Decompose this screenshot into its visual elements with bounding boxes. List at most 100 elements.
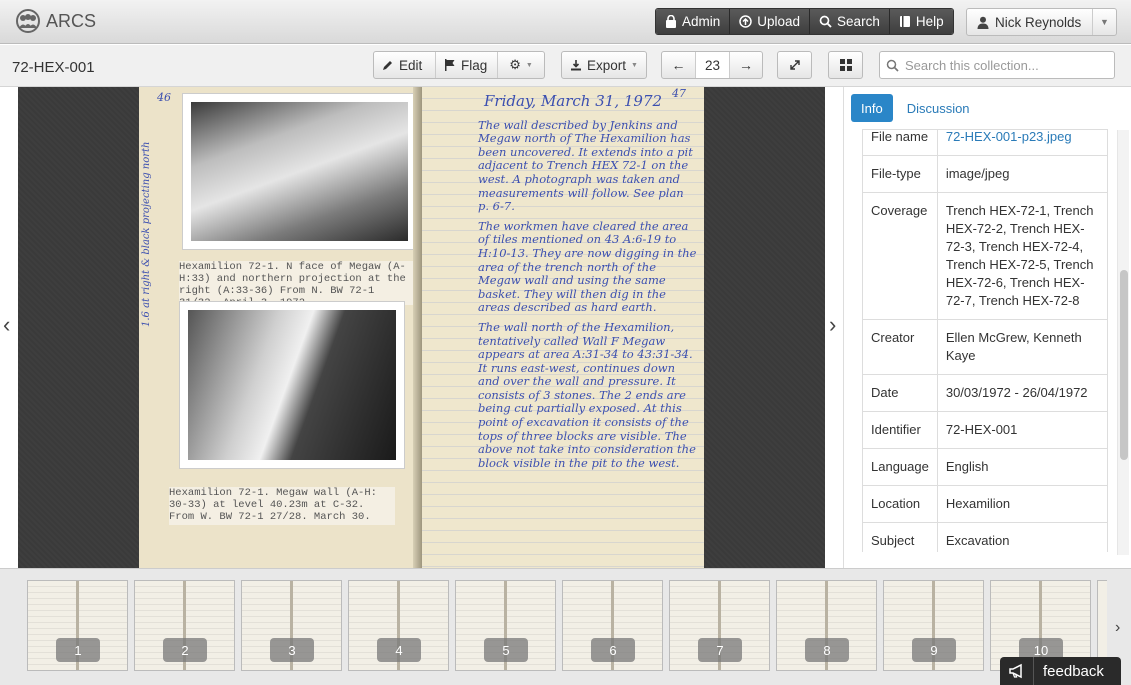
metadata-key: Subject [862,522,938,552]
excavation-photo-1[interactable] [182,93,417,250]
export-label: Export [587,57,627,73]
table-row: Location Hexamilion [862,485,1108,523]
grid-view-button[interactable] [828,51,863,79]
download-icon [571,60,581,71]
arrow-left-icon: ← [671,57,686,73]
thumbnail-number: 1 [56,638,100,662]
metadata-value: 72-HEX-001 [936,411,1108,449]
grid-icon [839,59,852,71]
metadata-table: File name 72-HEX-001-p23.jpeg File-type im… [862,130,1108,552]
document-viewer[interactable]: ‹ › 46 1.6 at right & black projecting n… [0,87,843,568]
edit-flag-group: Edit Flag ⚙ ▼ [373,51,545,79]
breadcrumb: 72-HEX-001 [12,59,95,76]
admin-label: Admin [682,14,721,29]
page-nav-group: ← 23 → [661,51,763,79]
table-row: Subject Excavation [862,522,1108,552]
sidebar-scrollbar[interactable] [1117,130,1129,555]
metadata-key: Date [862,374,938,412]
logo-icon [16,9,40,33]
user-name-area[interactable]: Nick Reynolds [967,15,1092,30]
prev-page-button[interactable]: ← [662,52,696,78]
excavation-photo-2[interactable] [179,301,405,469]
left-page-number: 46 [157,91,171,104]
thumbnail-number: 6 [591,638,635,662]
chevron-right-icon[interactable]: › [1115,619,1120,637]
next-page-button[interactable]: → [730,52,762,78]
thumbnail-number: 5 [484,638,528,662]
metadata-value-link[interactable]: 72-HEX-001-p23.jpeg [936,130,1108,156]
chevron-down-icon: ▼ [525,61,533,69]
feedback-button[interactable]: feedback [1000,657,1121,685]
thumbnail-page[interactable]: 6 [562,580,663,671]
thumbnail-page[interactable]: 5 [455,580,556,671]
thumbnail-page[interactable]: 1 [27,580,128,671]
thumbnail-page[interactable]: 4 [348,580,449,671]
search-label: Search [837,14,880,29]
table-row: Date 30/03/1972 - 26/04/1972 [862,374,1108,412]
pencil-icon [383,61,392,70]
metadata-value: Ellen McGrew, Kenneth Kaye [936,319,1108,375]
next-page-arrow-icon[interactable]: › [829,312,836,338]
expand-icon [789,60,800,70]
thumbnail-page[interactable]: 7 [669,580,770,671]
thumbnail-page[interactable]: 9 [883,580,984,671]
chevron-down-icon: ▼ [631,61,638,69]
tab-info[interactable]: Info [851,94,893,122]
user-menu-button[interactable]: Nick Reynolds ▼ [966,8,1117,36]
collection-search[interactable] [879,51,1115,79]
gear-icon: ⚙ [509,57,521,72]
settings-dropdown[interactable]: ⚙ ▼ [498,52,544,78]
flag-button[interactable]: Flag [436,52,498,78]
upload-button[interactable]: Upload [730,9,811,34]
metadata-value: 30/03/1972 - 26/04/1972 [936,374,1108,412]
handwritten-paragraph: The workmen have cleared the area of til… [478,218,697,315]
edit-label: Edit [399,57,423,73]
scrollbar-thumb[interactable] [1120,270,1128,460]
export-dropdown[interactable]: Export ▼ [561,51,647,79]
app-logo[interactable]: ARCS [14,9,96,33]
table-row: File name 72-HEX-001-p23.jpeg [862,130,1108,156]
margin-note: 1.6 at right & black projecting north [141,141,152,328]
tab-discussion[interactable]: Discussion [897,94,980,122]
metadata-key: File-type [862,155,938,193]
collection-search-input[interactable] [905,57,1105,73]
thumbnail-number: 7 [698,638,742,662]
thumbnail-page[interactable]: 3 [241,580,342,671]
metadata-value: image/jpeg [936,155,1108,193]
prev-page-arrow-icon[interactable]: ‹ [3,312,10,338]
arrow-right-icon: → [739,57,753,73]
table-row: Identifier 72-HEX-001 [862,411,1108,449]
chevron-down-icon[interactable]: ▼ [1092,9,1116,35]
help-button[interactable]: Help [889,9,953,34]
feedback-label: feedback [1043,662,1104,680]
page-number-field[interactable]: 23 [696,52,730,78]
edit-button[interactable]: Edit [374,52,436,78]
top-navbar: ARCS Admin Upload Search Help Nick Reyno… [0,0,1131,44]
admin-button[interactable]: Admin [656,9,731,34]
notebook-left-page: 46 1.6 at right & black projecting north… [139,87,422,568]
metadata-key: Coverage [862,192,938,320]
toolbar: 72-HEX-001 Edit Flag ⚙ ▼ Export ▼ ← 23 → [0,45,1131,87]
thumbnail-page[interactable]: 8 [776,580,877,671]
thumbnail-page[interactable]: 2 [134,580,235,671]
search-button[interactable]: Search [810,9,890,34]
thumbnail-number: 8 [805,638,849,662]
handwritten-heading: Friday, March 31, 1972 [484,92,663,110]
thumbnail-number: 9 [912,638,956,662]
table-row: File-type image/jpeg [862,155,1108,193]
lock-icon [666,15,676,28]
flag-label: Flag [461,57,488,73]
megaphone-icon [1000,657,1034,685]
sidebar-tabs: Info Discussion [851,94,980,122]
metadata-value: English [936,448,1108,486]
metadata-key: Identifier [862,411,938,449]
user-icon [977,16,989,29]
info-sidebar: Info Discussion File name 72-HEX-001-p23.… [843,87,1131,568]
metadata-panel: File name 72-HEX-001-p23.jpeg File-type im… [862,129,1108,552]
help-label: Help [915,14,944,29]
fullscreen-button[interactable] [777,51,812,79]
metadata-value: Hexamilion [936,485,1108,523]
export-button[interactable]: Export ▼ [562,52,646,78]
metadata-key: Location [862,485,938,523]
handwritten-notes: Friday, March 31, 1972 The wall describe… [478,92,698,476]
